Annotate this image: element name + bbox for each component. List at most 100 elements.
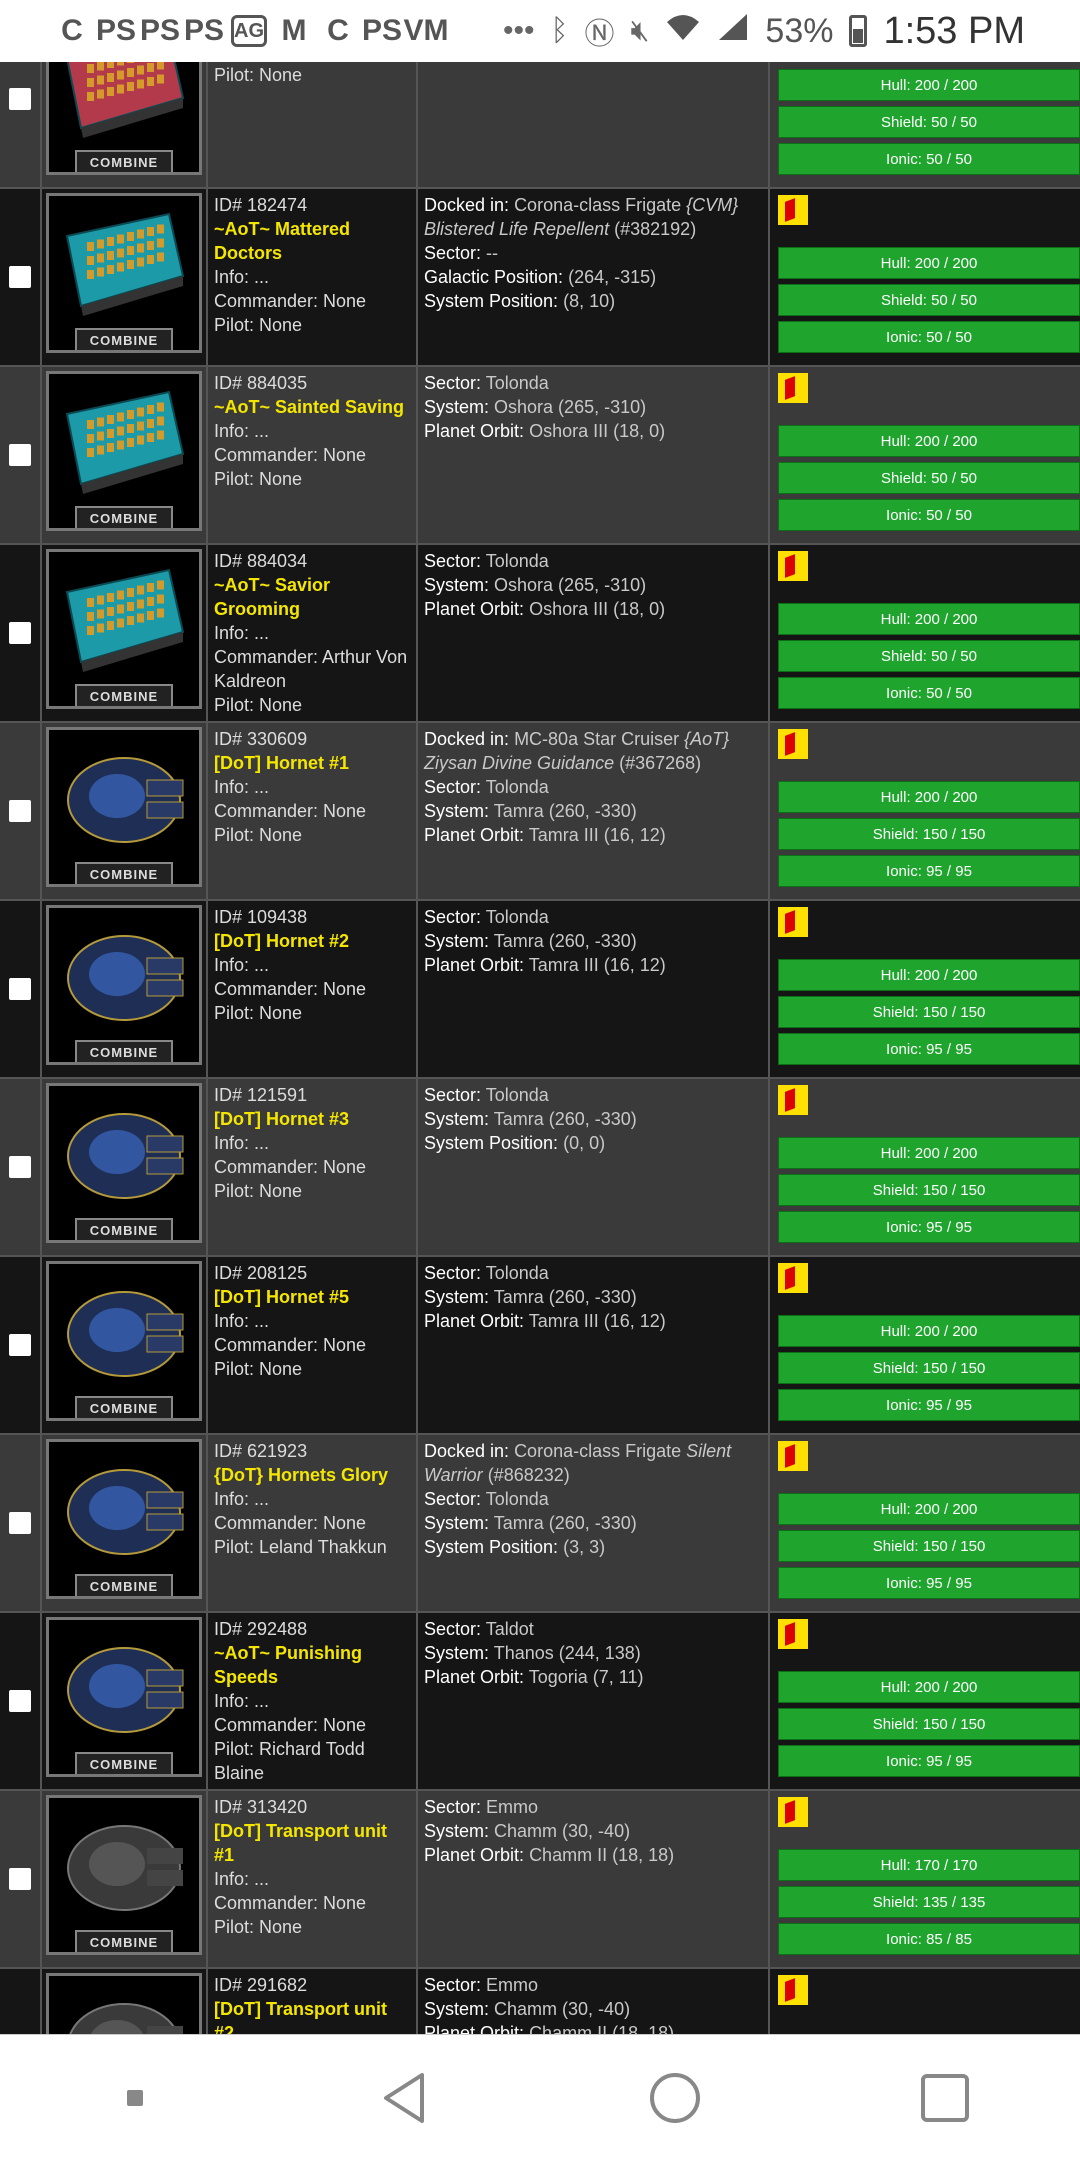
- location-line: System Position: (3, 3): [424, 1535, 762, 1559]
- ship-name-link[interactable]: [DoT] Hornet #1: [214, 751, 410, 775]
- select-checkbox[interactable]: [9, 622, 31, 644]
- combine-logo: COMBINE: [75, 1930, 173, 1952]
- ship-graphic: [67, 935, 184, 1021]
- ship-info-cell: ID# 208125 [DoT] Hornet #5 Info: ... Comman…: [208, 1257, 418, 1433]
- ship-image-cell: COMBINE: [42, 723, 208, 899]
- ship-graphic: [67, 757, 184, 843]
- ionic-bar: Ionic: 95 / 95: [778, 1033, 1080, 1065]
- door-flag-icon[interactable]: [778, 729, 808, 759]
- location-line: System: Tamra (260, -330): [424, 799, 762, 823]
- select-checkbox[interactable]: [9, 444, 31, 466]
- ship-info-link[interactable]: Info: ...: [214, 621, 410, 645]
- location-label: Galactic Position:: [424, 267, 564, 287]
- ship-location-cell: Sector: Tolonda System: Tamra (260, -330)…: [418, 901, 770, 1077]
- location-line: System: Thanos (244, 138): [424, 1641, 762, 1665]
- door-flag-icon[interactable]: [778, 1263, 808, 1293]
- ship-location-cell: Sector: Emmo System: Chamm (30, -40) Plane…: [418, 1969, 770, 2034]
- notification-icons: C PS PS PS AG M C PS VM: [55, 14, 503, 48]
- mute-icon: 🔇︎: [630, 14, 650, 47]
- ship-image-cell: COMBINE: [42, 1791, 208, 1967]
- location-line: Galactic Position: (264, -315): [424, 265, 762, 289]
- location-value: (8, 10): [563, 291, 616, 311]
- location-value: Tolonda: [485, 373, 549, 393]
- select-checkbox[interactable]: [9, 1512, 31, 1534]
- ship-name-link[interactable]: ~AoT~ Sainted Saving: [214, 395, 410, 419]
- select-checkbox[interactable]: [9, 88, 31, 110]
- ship-name-link[interactable]: [DoT] Transport unit #2: [214, 1997, 410, 2034]
- ship-name-link[interactable]: [DoT] Hornet #3: [214, 1107, 410, 1131]
- door-flag-icon[interactable]: [778, 907, 808, 937]
- ship-name-link[interactable]: ~AoT~ Punishing Speeds: [214, 1641, 410, 1689]
- ship-id: ID# 884035: [214, 373, 308, 393]
- ship-thumbnail[interactable]: COMBINE: [46, 727, 202, 887]
- ship-thumbnail[interactable]: COMBINE: [46, 549, 202, 709]
- ship-id: ID# 109438: [214, 907, 308, 927]
- back-icon[interactable]: [365, 2058, 445, 2138]
- ship-name-link[interactable]: [DoT] Hornet #5: [214, 1285, 410, 1309]
- ship-thumbnail[interactable]: COMBINE: [46, 371, 202, 531]
- select-cell: [0, 1435, 42, 1611]
- ship-thumbnail[interactable]: COMBINE: [46, 1439, 202, 1599]
- signal-icon: [717, 12, 749, 50]
- notification-icon: PS: [139, 14, 181, 47]
- select-cell: [0, 1969, 42, 2034]
- select-checkbox[interactable]: [9, 266, 31, 288]
- door-flag-icon[interactable]: [778, 1797, 808, 1827]
- navigation-bar: [0, 2034, 1080, 2160]
- location-value: Tamra (260, -330): [493, 931, 637, 951]
- door-flag-icon[interactable]: [778, 1085, 808, 1115]
- location-line: Docked in: Corona-class Frigate Silent W…: [424, 1439, 762, 1487]
- ship-thumbnail[interactable]: COMBINE: [46, 62, 202, 175]
- ship-name-link[interactable]: {DoT} Hornets Glory: [214, 1463, 410, 1487]
- ship-info-link[interactable]: Info: ...: [214, 1309, 410, 1333]
- ship-info-link[interactable]: Info: ...: [214, 265, 410, 289]
- ship-name-link[interactable]: ~AoT~ Savior Grooming: [214, 573, 410, 621]
- ship-thumbnail[interactable]: COMBINE: [46, 1795, 202, 1955]
- location-label: System Position:: [424, 1537, 559, 1557]
- ship-thumbnail[interactable]: COMBINE: [46, 1617, 202, 1777]
- location-line: System: Chamm (30, -40): [424, 1819, 762, 1843]
- location-label: System:: [424, 931, 490, 951]
- select-checkbox[interactable]: [9, 1868, 31, 1890]
- notification-icon: C: [61, 14, 83, 47]
- ship-name-link[interactable]: ~AoT~ Mattered Doctors: [214, 217, 410, 265]
- location-line: Planet Orbit: Togoria (7, 11): [424, 1665, 762, 1689]
- ship-location-cell: Sector: Taldot System: Thanos (244, 138) P…: [418, 1613, 770, 1789]
- ship-row: COMBINE ID# 292488 ~AoT~ Punishing Speeds I…: [0, 1613, 1080, 1791]
- ship-thumbnail[interactable]: COMBINE: [46, 1261, 202, 1421]
- door-flag-icon[interactable]: [778, 1975, 808, 2005]
- ship-id: ID# 182474: [214, 195, 308, 215]
- select-checkbox[interactable]: [9, 1690, 31, 1712]
- door-flag-icon[interactable]: [778, 195, 808, 225]
- ship-thumbnail[interactable]: COMBINE: [46, 1973, 202, 2034]
- select-checkbox[interactable]: [9, 1156, 31, 1178]
- docked-ship-id: (#367268): [619, 753, 702, 773]
- select-checkbox[interactable]: [9, 978, 31, 1000]
- ship-name-link[interactable]: [DoT] Hornet #2: [214, 929, 410, 953]
- door-flag-icon[interactable]: [778, 551, 808, 581]
- ship-name-link[interactable]: [DoT] Transport unit #1: [214, 1819, 410, 1867]
- ship-info-link[interactable]: Info: ...: [214, 953, 410, 977]
- ship-graphic: [67, 1469, 184, 1555]
- ship-info-cell: ID# 292488 ~AoT~ Punishing Speeds Info: ..…: [208, 1613, 418, 1789]
- home-icon[interactable]: [635, 2058, 715, 2138]
- ship-thumbnail[interactable]: COMBINE: [46, 193, 202, 353]
- ship-info-link[interactable]: Info: ...: [214, 1487, 410, 1511]
- ship-info-link[interactable]: Info: ...: [214, 419, 410, 443]
- ship-info-link[interactable]: Info: ...: [214, 1867, 410, 1891]
- ship-info-link[interactable]: Info: ...: [214, 1131, 410, 1155]
- ship-thumbnail[interactable]: COMBINE: [46, 1083, 202, 1243]
- location-line: Planet Orbit: Tamra III (16, 12): [424, 953, 762, 977]
- ship-info-link[interactable]: Info: ...: [214, 1689, 410, 1713]
- overview-icon[interactable]: [905, 2058, 985, 2138]
- ship-status-cell: Hull: 200 / 200 Shield: 50 / 50 Ionic: 50 …: [770, 367, 1080, 543]
- ship-info-link[interactable]: Info: ...: [214, 775, 410, 799]
- select-checkbox[interactable]: [9, 1334, 31, 1356]
- select-checkbox[interactable]: [9, 800, 31, 822]
- location-line: System: Tamra (260, -330): [424, 1285, 762, 1309]
- recent-apps-icon[interactable]: [95, 2058, 175, 2138]
- door-flag-icon[interactable]: [778, 1619, 808, 1649]
- door-flag-icon[interactable]: [778, 1441, 808, 1471]
- door-flag-icon[interactable]: [778, 373, 808, 403]
- ship-thumbnail[interactable]: COMBINE: [46, 905, 202, 1065]
